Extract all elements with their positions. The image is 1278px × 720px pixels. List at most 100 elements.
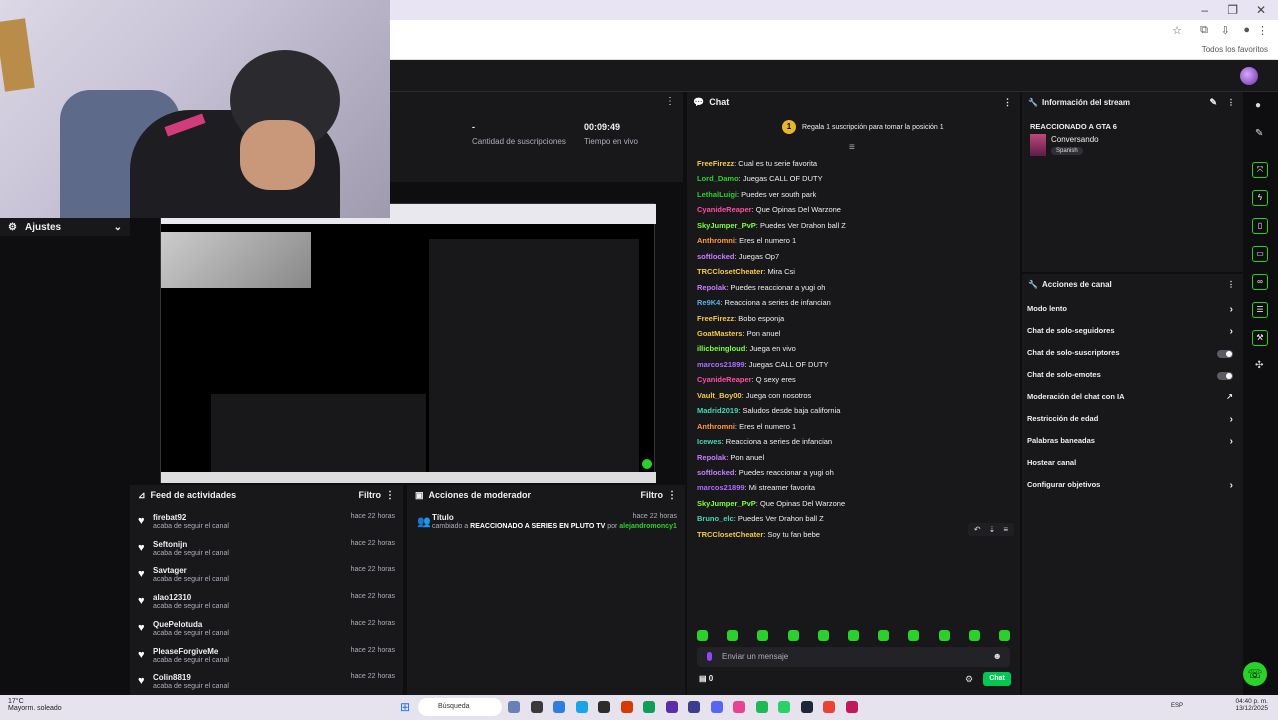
emote-icon[interactable]	[908, 630, 920, 641]
chat-message[interactable]: softlocked: Juegas Op7	[697, 252, 779, 261]
taskbar-app-icon[interactable]	[845, 701, 858, 713]
feed-filter-button[interactable]: Filtro	[359, 490, 382, 500]
emote-icon[interactable]	[938, 630, 950, 641]
stream-preview[interactable]	[160, 203, 656, 483]
windows-start-icon[interactable]: ⊞	[400, 700, 410, 714]
more-options-icon[interactable]: ⋮	[667, 490, 677, 501]
taskbar-app-icon[interactable]	[823, 701, 835, 713]
chat-username[interactable]: CyanideReaper	[697, 205, 752, 214]
link-icon[interactable]: ∞	[1252, 274, 1268, 290]
more-options-icon[interactable]: ⋮	[1227, 280, 1235, 289]
chat-message[interactable]: Anthromni: Eres el numero 1	[697, 236, 796, 245]
chat-message[interactable]: Bruno_elc: Puedes Ver Drahon ball Z	[697, 514, 824, 523]
chat-message[interactable]: TRCClosetCheater: Soy tu fan bebe	[697, 530, 820, 539]
taskbar-app-icon[interactable]	[800, 701, 813, 713]
channel-action-item[interactable]: Modo lento ›	[1027, 304, 1237, 318]
chat-username[interactable]: TRCClosetCheater	[697, 267, 763, 276]
channel-points[interactable]: ▤ 0	[699, 674, 713, 683]
chat-message[interactable]: SkyJumper_PvP: Que Opinas Del Warzone	[697, 499, 845, 508]
more-options-icon[interactable]: ⋮	[1227, 98, 1235, 107]
chat-username[interactable]: SkyJumper_PvP	[697, 221, 756, 230]
info-icon[interactable]: ●	[1255, 100, 1261, 111]
emote-icon[interactable]	[968, 630, 980, 641]
chat-username[interactable]: Repolak	[697, 283, 726, 292]
chat-username[interactable]: Vault_Boy00	[697, 391, 742, 400]
downloads-icon[interactable]: ⇩	[1221, 24, 1230, 37]
chat-username[interactable]: Repolak	[697, 453, 726, 462]
edit-icon[interactable]: ✎	[1209, 97, 1217, 108]
document-icon[interactable]: ▯	[1252, 218, 1268, 234]
chat-username[interactable]: LethalLuigi	[697, 190, 737, 199]
taskbar-app-icon[interactable]	[643, 701, 655, 713]
feed-item[interactable]: ♥ firebat92 acaba de seguir el canal hace 2…	[136, 511, 397, 537]
chat-username[interactable]: marcos21899	[697, 483, 745, 492]
chat-username[interactable]: CyanideReaper	[697, 375, 752, 384]
pencil-icon[interactable]: ✎	[1255, 128, 1263, 139]
mod-user-link[interactable]: alejandromoncy1	[619, 523, 677, 530]
message-icon[interactable]: ▭	[1252, 246, 1268, 262]
chat-username[interactable]: marcos21899	[697, 360, 745, 369]
emoji-icon[interactable]: ☻	[993, 651, 1002, 661]
chat-message[interactable]: marcos21899: Mi streamer favorita	[697, 483, 815, 492]
chat-message[interactable]: Re9K4: Reacciona a series de infancian	[697, 298, 831, 307]
wrench-icon[interactable]: ⚒	[1252, 330, 1268, 346]
feed-item[interactable]: ♥ QuePelotuda acaba de seguir el canal hace…	[136, 618, 397, 644]
chat-username[interactable]: SkyJumper_PvP	[697, 499, 756, 508]
chat-message[interactable]: TRCClosetCheater: Mira Csi	[697, 267, 795, 276]
menu-icon[interactable]: ⋮	[1257, 24, 1268, 37]
pin-icon[interactable]: ⇣	[989, 525, 996, 534]
chat-username[interactable]: Re9K4	[697, 298, 720, 307]
maximize-icon[interactable]: ❐	[1227, 3, 1238, 17]
settings-icon[interactable]: ✣	[1255, 360, 1263, 371]
toggle-switch[interactable]	[1217, 372, 1233, 380]
emote-icon[interactable]	[727, 630, 739, 641]
chat-message[interactable]: Anthromni: Eres el numero 1	[697, 422, 796, 431]
chat-username[interactable]: Anthromni	[697, 422, 735, 431]
chat-username[interactable]: Madrid2019	[697, 406, 738, 415]
taskbar-app-icon[interactable]	[688, 701, 700, 713]
chat-message[interactable]: Madrid2019: Saludos desde baja californi…	[697, 406, 840, 415]
emote-icon[interactable]	[878, 630, 890, 641]
close-icon[interactable]: ✕	[1256, 3, 1266, 17]
language-tag[interactable]: Spanish	[1051, 147, 1083, 155]
chat-message[interactable]: FreeFirezz: Bobo esponja	[697, 314, 784, 323]
chat-username[interactable]: Bruno_elc	[697, 514, 734, 523]
chat-message[interactable]: Vault_Boy00: Juega con nosotros	[697, 391, 811, 400]
channel-action-item[interactable]: Chat de solo-emotes	[1027, 370, 1237, 384]
feed-item[interactable]: ♥ PleaseForgiveMe acaba de seguir el canal…	[136, 645, 397, 671]
feed-item[interactable]: ♥ Colin8819 acaba de seguir el canal hace 2…	[136, 671, 397, 697]
user-avatar[interactable]	[1240, 67, 1258, 85]
feed-item[interactable]: ♥ alao12310 acaba de seguir el canal hace 2…	[136, 591, 397, 617]
chat-username[interactable]: GoatMasters	[697, 329, 742, 338]
chat-message[interactable]: Repolak: Pon anuel	[697, 453, 764, 462]
chat-username[interactable]: Icewes	[697, 437, 722, 446]
chat-username[interactable]: Lord_Damo	[697, 174, 739, 183]
emote-icon[interactable]	[757, 630, 769, 641]
chat-message[interactable]: Repolak: Puedes reaccionar a yugi oh	[697, 283, 825, 292]
taskbar-app-icon[interactable]	[665, 701, 678, 713]
chat-message[interactable]: LethalLuigi: Puedes ver south park	[697, 190, 816, 199]
reply-icon[interactable]: ↶	[974, 525, 981, 534]
more-options-icon[interactable]: ⋮	[385, 490, 395, 501]
all-bookmarks-link[interactable]: Todos los favoritos	[1202, 45, 1268, 54]
chat-message[interactable]: marcos21899: Juegas CALL OF DUTY	[697, 360, 828, 369]
channel-action-item[interactable]: Chat de solo-suscriptores	[1027, 348, 1237, 362]
taskbar-app-icon[interactable]	[733, 701, 745, 713]
taskbar-app-icon[interactable]	[710, 701, 723, 713]
chat-message[interactable]: CyanideReaper: Q sexy eres	[697, 375, 796, 384]
chat-username[interactable]: TRCClosetCheater	[697, 530, 763, 539]
taskbar-app-icon[interactable]	[620, 701, 633, 713]
chat-message[interactable]: GoatMasters: Pon anuel	[697, 329, 780, 338]
pinned-gift-banner[interactable]: 1 Regala 1 suscripción para tomar la pos…	[782, 120, 944, 134]
feed-item[interactable]: ♥ Savtager acaba de seguir el canal hace 22…	[136, 564, 397, 590]
channel-action-item[interactable]: Hostear canal	[1027, 458, 1237, 472]
menu-icon[interactable]: ≡	[1003, 525, 1008, 534]
chat-message[interactable]: Icewes: Reacciona a series de infancian	[697, 437, 832, 446]
taskbar-app-icon[interactable]	[598, 701, 610, 713]
chat-message[interactable]: softlocked: Puedes reaccionar a yugi oh	[697, 468, 834, 477]
taskbar-app-icon[interactable]	[553, 701, 565, 713]
help-chat-icon[interactable]: ☏	[1243, 662, 1267, 686]
chat-message[interactable]: illicbeingloud: Juega en vivo	[697, 344, 796, 353]
more-options-icon[interactable]: ⋮	[1003, 97, 1012, 108]
chat-message[interactable]: SkyJumper_PvP: Puedes Ver Drahon ball Z	[697, 221, 846, 230]
